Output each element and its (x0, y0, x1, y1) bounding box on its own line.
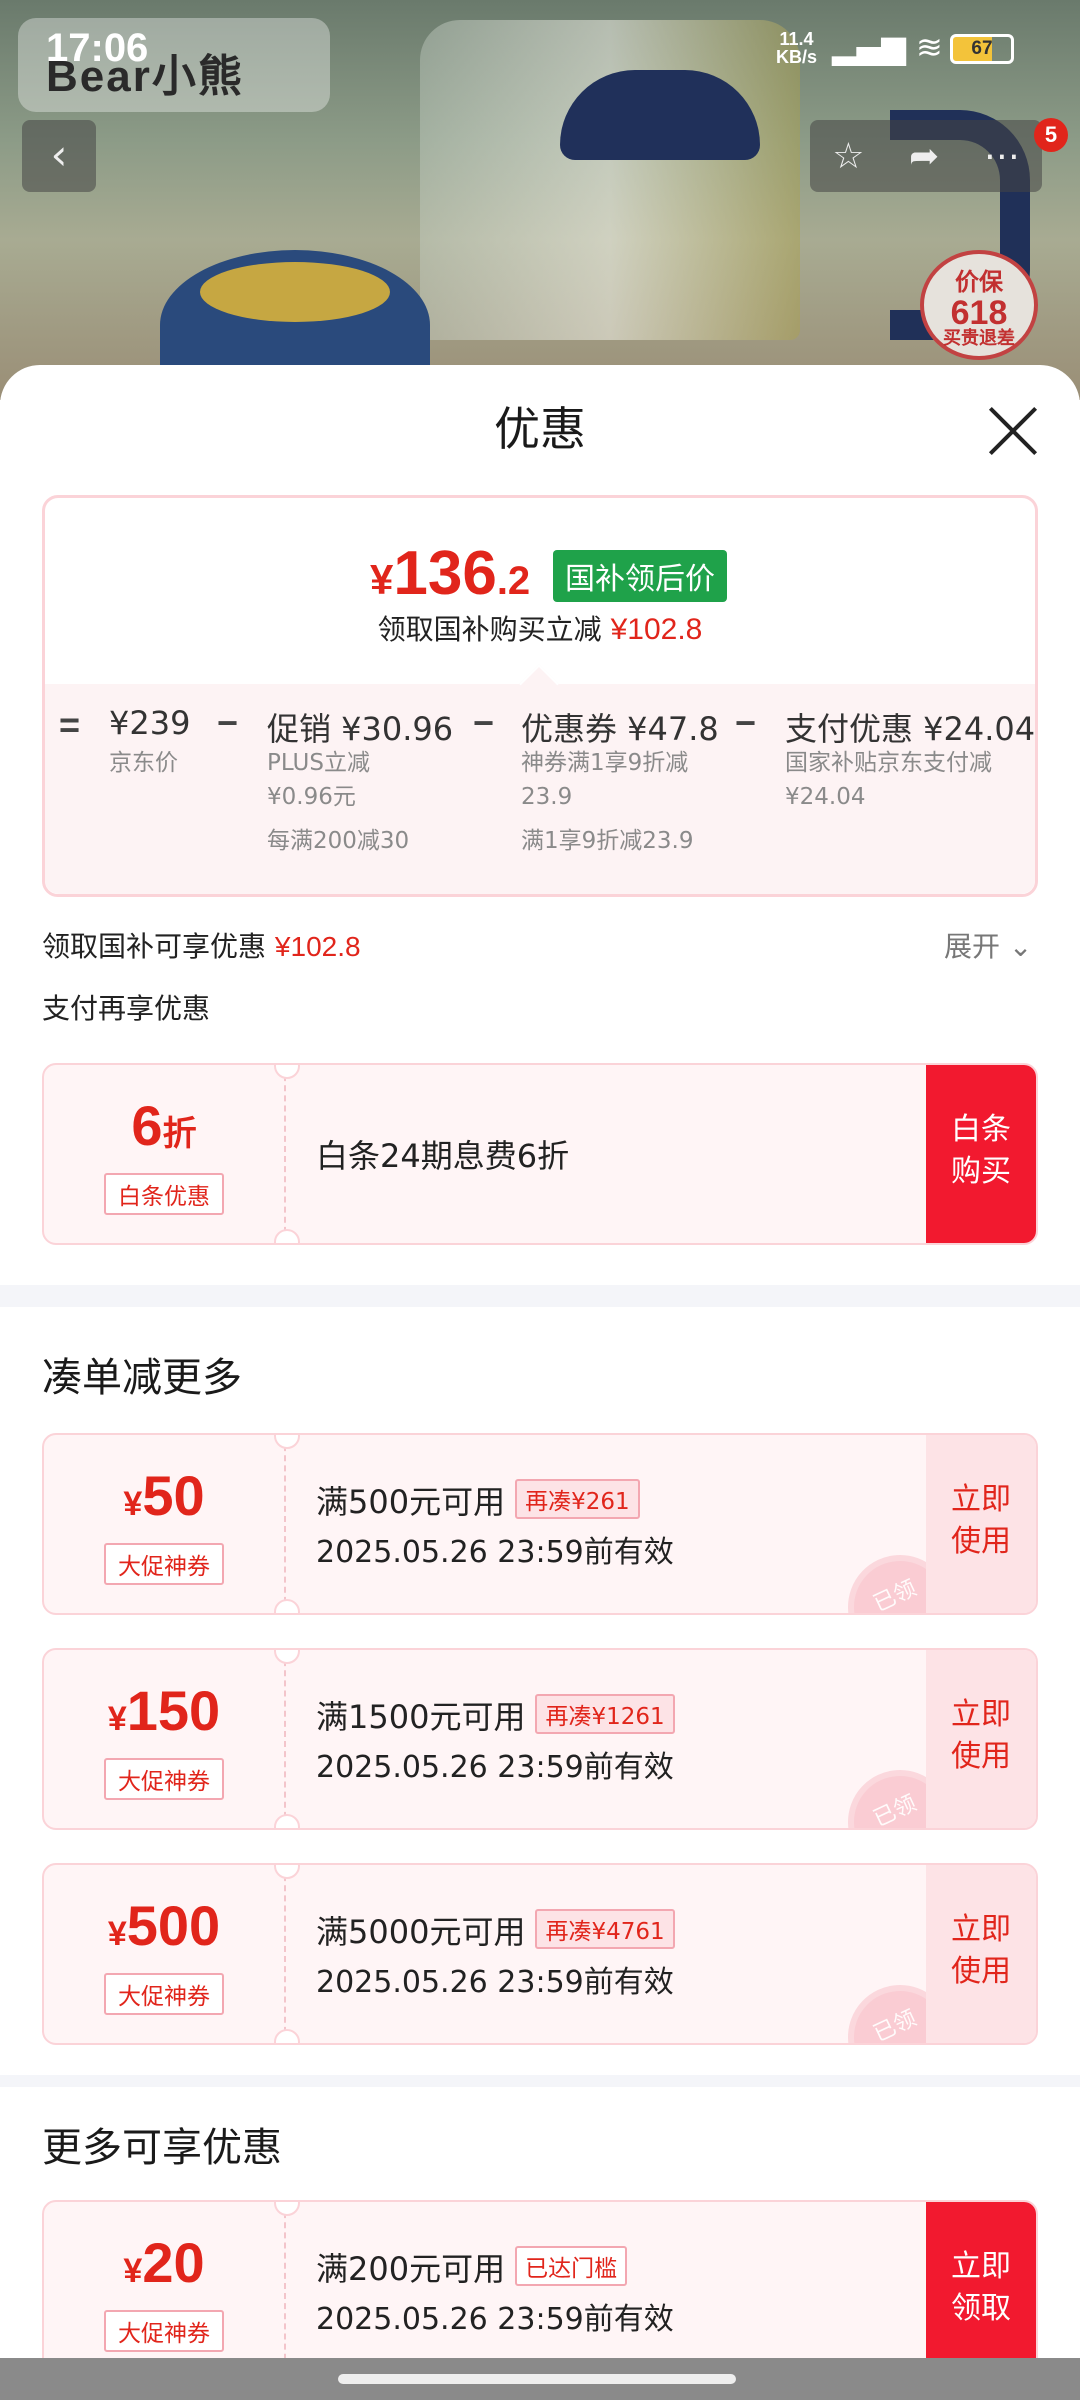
coupon-amount: 优惠券 ¥47.8 (521, 710, 719, 748)
back-button[interactable]: ‹ (22, 120, 96, 192)
coupon-type-tag: 大促神券 (104, 1973, 224, 2015)
network-speed: 11.4 KB/s (776, 29, 818, 67)
notification-badge: 5 (1034, 118, 1068, 152)
sheet-title: 优惠 (494, 402, 586, 456)
subsidy-line: 领取国补购买立减 ¥102.8 (377, 613, 703, 646)
use-now-button[interactable]: 立即使用 (926, 1865, 1036, 2043)
coupon-card: ¥150 大促神券 满1500元可用 再凑¥1261 2025.05.26 23:… (42, 1648, 1038, 1830)
coupon-validity: 2025.05.26 23:59前有效 (316, 1965, 674, 2000)
coupon-amount: ¥20 (123, 2231, 205, 2294)
coupon-card: ¥500 大促神券 满5000元可用 再凑¥4761 2025.05.26 23:… (42, 1863, 1038, 2045)
use-now-button[interactable]: 立即使用 (926, 1650, 1036, 1828)
coupon-card: ¥20 大促神券 满200元可用 已达门槛 2025.05.26 23:59前有效… (42, 2200, 1038, 2382)
baitiao-text: 白条24期息费6折 (316, 1137, 570, 1175)
payment-discount: 支付优惠 ¥24.04 (785, 710, 1036, 748)
share-icon[interactable]: ➦ (909, 136, 939, 177)
expand-toggle[interactable]: 展开 ⌄ (944, 925, 1032, 965)
coupon-card: ¥50 大促神券 满500元可用 再凑¥261 2025.05.26 23:59前… (42, 1433, 1038, 1615)
subsidy-row: 领取国补可享优惠 ¥102.8 (42, 930, 361, 963)
section-divider (0, 2075, 1080, 2087)
coupon-validity: 2025.05.26 23:59前有效 (316, 1535, 674, 1570)
claim-now-button[interactable]: 立即领取 (926, 2202, 1036, 2380)
price-summary-box: ¥136.2 国补领后价 领取国补购买立减 ¥102.8 = ¥239 京东价 … (42, 495, 1038, 897)
discount-sheet: 优惠 ¥136.2 国补领后价 领取国补购买立减 ¥102.8 = ¥239 京… (0, 365, 1080, 2400)
breakdown-row: = ¥239 京东价 − 促销 ¥30.96 PLUS立减 ¥0.96元 每满2… (59, 702, 1036, 854)
subsidy-price-tag: 国补领后价 (553, 550, 727, 602)
chevron-left-icon: ‹ (50, 130, 68, 179)
coupon-condition: 满500元可用 再凑¥261 (316, 1477, 640, 1523)
coupon-condition: 满1500元可用 再凑¥1261 (316, 1692, 675, 1738)
tea-in-cup (200, 262, 390, 322)
jd-price: ¥239 (109, 704, 191, 742)
coupon-condition: 满200元可用 已达门槛 (316, 2244, 628, 2290)
baitiao-tag: 白条优惠 (104, 1173, 224, 1215)
promo-amount: 促销 ¥30.96 (267, 710, 454, 748)
battery-icon: 67 (950, 34, 1014, 64)
coupon-amount: ¥150 (107, 1679, 221, 1742)
section-title-more: 更多可享优惠 (42, 2125, 282, 2171)
status-time: 17:06 (46, 26, 149, 70)
more-icon[interactable]: ⋯ (984, 136, 1020, 177)
coupon-type-tag: 大促神券 (104, 1543, 224, 1585)
coupon-type-tag: 大促神券 (104, 2310, 224, 2352)
chevron-down-icon: ⌄ (1008, 930, 1033, 963)
navigation-bar (0, 2358, 1080, 2400)
top-actions: ☆ ➦ ⋯ (810, 120, 1042, 192)
signal-wifi-icon: ▂▄▆ ≋ (832, 28, 943, 66)
coupon-type-tag: 大促神券 (104, 1758, 224, 1800)
section-title-combine: 凑单减更多 (42, 1355, 242, 1401)
equals-sign: = (59, 704, 81, 745)
star-icon[interactable]: ☆ (832, 136, 864, 177)
section-divider (0, 1285, 1080, 1307)
coupon-amount: ¥50 (123, 1464, 205, 1527)
coupon-validity: 2025.05.26 23:59前有效 (316, 2302, 674, 2337)
coupon-condition: 满5000元可用 再凑¥4761 (316, 1907, 675, 1953)
home-indicator[interactable] (338, 2374, 736, 2384)
status-bar: 17:06 11.4 KB/s ▂▄▆ ≋ 67 (0, 0, 1080, 100)
coupon-validity: 2025.05.26 23:59前有效 (316, 1750, 674, 1785)
baitiao-card: 6折 白条优惠 白条24期息费6折 白条购买 (42, 1063, 1038, 1245)
baitiao-discount: 6折 (131, 1094, 197, 1157)
price-protect-badge: 价保 618 买贵退差 (920, 250, 1038, 360)
use-now-button[interactable]: 立即使用 (926, 1435, 1036, 1613)
coupon-amount: ¥500 (107, 1894, 221, 1957)
pay-row-label: 支付再享优惠 (42, 992, 211, 1025)
baitiao-buy-button[interactable]: 白条购买 (926, 1065, 1036, 1243)
close-icon[interactable] (985, 403, 1041, 459)
final-price: ¥136.2 (370, 539, 531, 608)
